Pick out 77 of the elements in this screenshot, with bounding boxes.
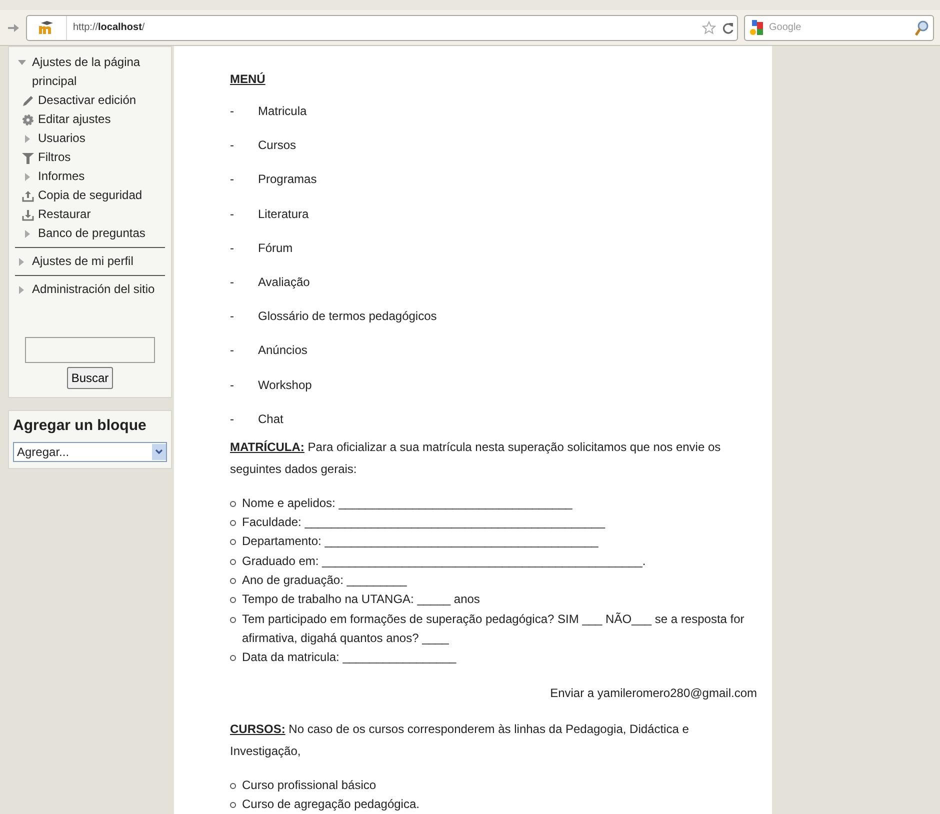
bullet-icon [230, 520, 236, 526]
form-line: Tempo de trabalho na UTANGA: _____ anos [242, 591, 480, 608]
search-icon[interactable] [915, 20, 929, 36]
settings-node[interactable]: Informes [38, 167, 85, 186]
menu-link[interactable]: Matricula [258, 102, 307, 136]
list-bullet: - [230, 240, 234, 257]
bullet-icon [230, 655, 236, 662]
settings-node[interactable]: Usuarios [38, 129, 86, 148]
settings-node[interactable]: Administración del sitio [32, 280, 155, 299]
expanded-arrow-icon[interactable] [18, 60, 26, 66]
search-engine-icon [749, 20, 765, 36]
menu-link[interactable]: Anúncios [258, 341, 308, 376]
bullet-icon [230, 597, 236, 604]
menu-link[interactable]: Programas [258, 170, 317, 205]
list-bullet: - [230, 137, 234, 154]
select-value: Agregar... [17, 444, 70, 460]
menu-link[interactable]: Avaliação [258, 272, 310, 308]
star-icon[interactable] [702, 20, 716, 34]
list-text: Curso profissional básico [242, 776, 376, 794]
bullet-icon [230, 578, 236, 584]
bullet-icon [230, 539, 236, 546]
settings-link[interactable]: Restaurar [38, 205, 91, 224]
bullet-icon [230, 802, 236, 808]
reload-icon[interactable] [722, 20, 734, 34]
form-line: Nome e apelidos: ___________________________________ [242, 494, 572, 512]
collapsed-arrow-icon[interactable] [25, 230, 31, 238]
dropdown-icon [152, 444, 166, 460]
settings-link[interactable]: Desactivar edición [38, 91, 136, 110]
settings-link[interactable]: Filtros [38, 148, 71, 167]
list-bullet: - [230, 171, 234, 188]
download-icon [22, 208, 34, 220]
list-bullet: - [230, 103, 234, 120]
email-note: Enviar a yamileromero280@gmail.com [549, 684, 757, 702]
list-text: Curso de agregação pedagógica. [242, 796, 420, 813]
block-title: Agregar un bloque [12, 416, 148, 436]
menu-link[interactable]: Glossário de termos pedagógicos [258, 307, 437, 342]
block-select[interactable]: Agregar... [13, 442, 167, 462]
bullet-icon [230, 558, 236, 565]
pencil-icon [22, 94, 34, 106]
address-bar[interactable]: http://localhost/ [26, 14, 738, 40]
bullet-icon [230, 616, 236, 623]
form-line: Departamento: _________________________________________ [242, 533, 598, 550]
search-button[interactable]: Buscar [67, 367, 113, 389]
list-bullet: - [230, 274, 234, 291]
settings-link[interactable]: Editar ajustes [38, 110, 111, 129]
menu-link[interactable]: Fórum [258, 238, 293, 273]
menu-heading: MENÚ [230, 71, 266, 88]
settings-node[interactable]: Ajustes de la página principal [32, 53, 165, 91]
search-field[interactable] [25, 337, 155, 363]
bullet-icon [230, 500, 236, 507]
menu-link[interactable]: Workshop [258, 376, 312, 410]
gear-icon [22, 114, 34, 126]
form-line: Tem participado em formações de superação pedagógica? SIM ___ NÃO___ se a resposta for afirmativa, digahá quantos anos? ____ [242, 610, 746, 647]
collapsed-arrow-icon[interactable] [19, 258, 25, 266]
upload-icon [22, 190, 34, 202]
form-line: Ano de graduação: _________ [242, 572, 407, 590]
form-line: Faculdade: _____________________________________________ [242, 514, 606, 532]
bullet-icon [230, 782, 236, 789]
list-bullet: - [230, 342, 234, 360]
collapsed-arrow-icon[interactable] [25, 134, 31, 142]
paragraph: CURSOS: No caso de os cursos corresponderem às linhas da Pedagogia, Didáctica e Investigação, [230, 720, 690, 760]
paragraph: MATRÍCULA: Para oficializar a sua matrícula nesta superação solicitamos que nos envie os seguintes dados gerais: [230, 438, 722, 478]
form-line: Graduado em: ________________________________________________. [242, 552, 646, 570]
settings-link[interactable]: Copia de seguridad [38, 186, 142, 205]
collapsed-arrow-icon[interactable] [25, 172, 31, 180]
list-bullet: - [230, 410, 234, 428]
settings-node[interactable]: Ajustes de mi perfil [32, 252, 134, 271]
url-text: http://localhost/ [72, 21, 145, 35]
form-line: Data da matricula: _________________ [242, 649, 456, 666]
list-bullet: - [230, 206, 234, 223]
settings-node[interactable]: Banco de preguntas [38, 224, 146, 243]
collapsed-arrow-icon[interactable] [19, 286, 25, 294]
list-bullet: - [230, 308, 234, 326]
filter-icon [22, 152, 34, 164]
menu-link[interactable]: Literatura [258, 204, 309, 239]
list-bullet: - [230, 376, 234, 394]
menu-link[interactable]: Cursos [258, 136, 296, 170]
